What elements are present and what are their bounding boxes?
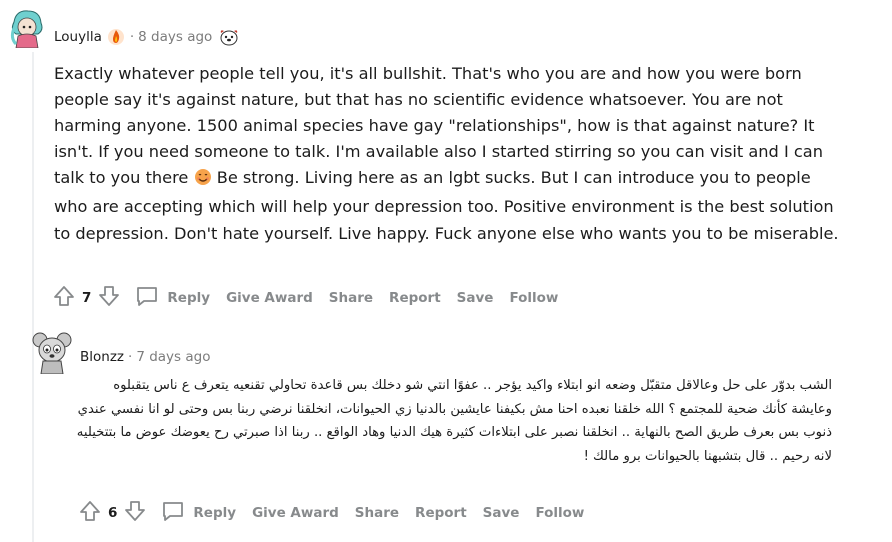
reply-button[interactable]: Reply bbox=[193, 505, 236, 521]
separator: · bbox=[129, 29, 135, 45]
report-button[interactable]: Report bbox=[415, 505, 467, 521]
smiling-face-emoji-icon bbox=[194, 168, 212, 194]
upvote-icon[interactable] bbox=[78, 499, 102, 527]
fire-flair-icon bbox=[106, 27, 126, 47]
comment-text: الشب بدوّر على حل وعالاقل متقبّل وضعه ان… bbox=[76, 378, 832, 464]
reply-icon[interactable] bbox=[135, 284, 159, 312]
reply-icon[interactable] bbox=[161, 499, 185, 527]
downvote-icon[interactable] bbox=[123, 499, 147, 527]
author-name[interactable]: Louylla bbox=[54, 29, 102, 45]
avatar[interactable] bbox=[32, 330, 72, 374]
save-button[interactable]: Save bbox=[483, 505, 520, 521]
avatar[interactable] bbox=[8, 8, 44, 48]
share-button[interactable]: Share bbox=[329, 290, 373, 306]
separator: · bbox=[128, 349, 133, 365]
comment-body: Exactly whatever people tell you, it's a… bbox=[54, 61, 844, 247]
avatar-louylla-icon bbox=[10, 10, 43, 48]
report-button[interactable]: Report bbox=[389, 290, 441, 306]
timestamp[interactable]: 8 days ago bbox=[138, 29, 212, 45]
comment-meta: Blonzz · 7 days ago bbox=[80, 349, 210, 365]
give-award-button[interactable]: Give Award bbox=[252, 505, 339, 521]
follow-button[interactable]: Follow bbox=[509, 290, 558, 306]
comment-actions: 6 Reply Give Award Share Report Save Fol… bbox=[78, 499, 600, 527]
downvote-icon[interactable] bbox=[97, 284, 121, 312]
avatar-blonzz-icon bbox=[32, 332, 72, 374]
follow-button[interactable]: Follow bbox=[535, 505, 584, 521]
share-button[interactable]: Share bbox=[355, 505, 399, 521]
reply-button[interactable]: Reply bbox=[167, 290, 210, 306]
thread-line[interactable] bbox=[32, 52, 34, 542]
vote-score: 6 bbox=[108, 505, 118, 521]
give-award-button[interactable]: Give Award bbox=[226, 290, 313, 306]
save-button[interactable]: Save bbox=[457, 290, 494, 306]
timestamp[interactable]: 7 days ago bbox=[136, 349, 210, 365]
comment-actions: 7 Reply Give Award Share Report Save Fol… bbox=[52, 284, 574, 312]
comment-body: الشب بدوّر على حل وعالاقل متقبّل وضعه ان… bbox=[72, 374, 832, 468]
comment-meta: Louylla · 8 days ago bbox=[54, 27, 242, 47]
vote-score: 7 bbox=[82, 290, 92, 306]
upvote-icon[interactable] bbox=[52, 284, 76, 312]
author-name[interactable]: Blonzz bbox=[80, 349, 124, 365]
dog-flair-icon bbox=[218, 27, 242, 47]
